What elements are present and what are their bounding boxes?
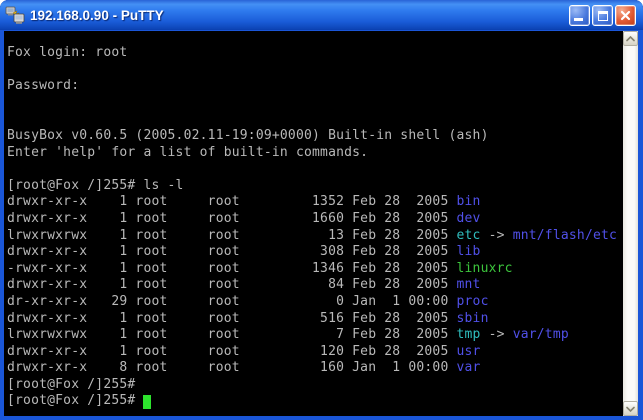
terminal-line xyxy=(7,161,623,178)
terminal-line: -rwxr-xr-x 1 root root 1346 Feb 28 2005 … xyxy=(7,261,623,278)
close-button[interactable] xyxy=(615,5,636,26)
terminal-line: Password: xyxy=(7,78,623,95)
window-body: Fox login: root Password: BusyBox v0.60.… xyxy=(0,30,643,420)
chevron-down-icon xyxy=(626,406,635,412)
titlebar[interactable]: 192.168.0.90 - PuTTY xyxy=(0,0,643,30)
terminal-line: drwxr-xr-x 1 root root 1352 Feb 28 2005 … xyxy=(7,194,623,211)
terminal-cursor xyxy=(143,395,151,409)
terminal-line xyxy=(7,111,623,128)
terminal-line: drwxr-xr-x 1 root root 1660 Feb 28 2005 … xyxy=(7,211,623,228)
terminal-line: [root@Fox /]255# ls -l xyxy=(7,178,623,195)
scroll-down-button[interactable] xyxy=(623,401,638,416)
terminal-screen[interactable]: Fox login: root Password: BusyBox v0.60.… xyxy=(4,31,623,416)
chevron-up-icon xyxy=(626,36,635,42)
terminal-line: [root@Fox /]255# xyxy=(7,377,623,394)
terminal-line: dr-xr-xr-x 29 root root 0 Jan 1 00:00 pr… xyxy=(7,294,623,311)
terminal-line: lrwxrwxrwx 1 root root 13 Feb 28 2005 et… xyxy=(7,228,623,245)
maximize-button[interactable] xyxy=(592,5,613,26)
maximize-icon xyxy=(598,11,608,21)
terminal-line: lrwxrwxrwx 1 root root 7 Feb 28 2005 tmp… xyxy=(7,327,623,344)
scroll-up-button[interactable] xyxy=(623,31,638,46)
terminal-line: drwxr-xr-x 1 root root 84 Feb 28 2005 mn… xyxy=(7,277,623,294)
terminal-line xyxy=(7,95,623,112)
minimize-button[interactable] xyxy=(569,5,590,26)
minimize-icon xyxy=(574,18,583,21)
putty-window: 192.168.0.90 - PuTTY Fox login: root Pas… xyxy=(0,0,643,420)
terminal-line: drwxr-xr-x 1 root root 120 Feb 28 2005 u… xyxy=(7,344,623,361)
terminal-line xyxy=(7,62,623,79)
close-icon xyxy=(620,10,631,21)
terminal-line: BusyBox v0.60.5 (2005.02.11-19:09+0000) … xyxy=(7,128,623,145)
terminal-line: drwxr-xr-x 8 root root 160 Jan 1 00:00 v… xyxy=(7,360,623,377)
terminal-line: Fox login: root xyxy=(7,45,623,62)
putty-icon xyxy=(5,5,25,25)
scrollbar[interactable] xyxy=(623,31,638,416)
terminal-line: [root@Fox /]255# xyxy=(7,393,623,410)
window-controls xyxy=(569,5,636,26)
terminal-line: Enter 'help' for a list of built-in comm… xyxy=(7,145,623,162)
window-title: 192.168.0.90 - PuTTY xyxy=(30,8,569,23)
terminal-line: drwxr-xr-x 1 root root 516 Feb 28 2005 s… xyxy=(7,311,623,328)
terminal-line: drwxr-xr-x 1 root root 308 Feb 28 2005 l… xyxy=(7,244,623,261)
scrollbar-track[interactable] xyxy=(623,46,638,401)
